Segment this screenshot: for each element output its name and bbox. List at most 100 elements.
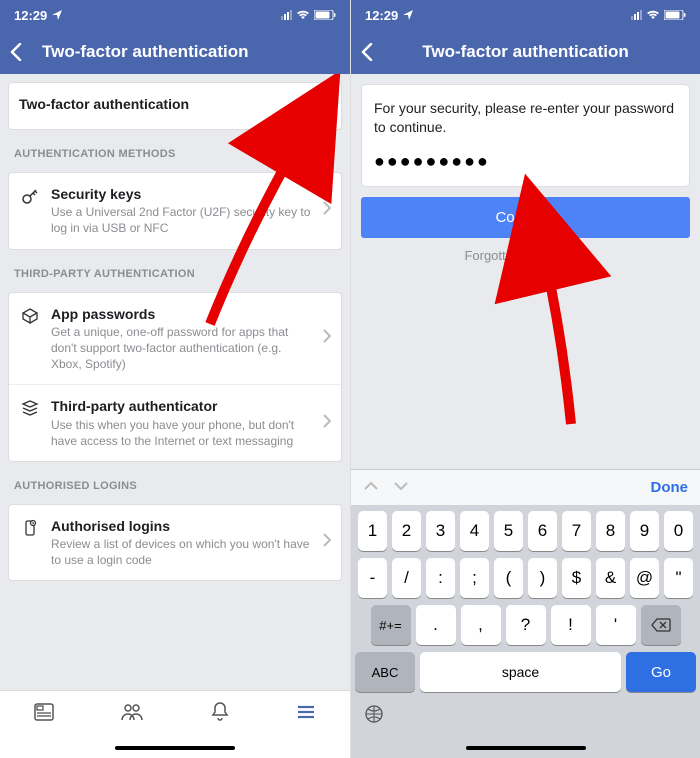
key-8[interactable]: 8 xyxy=(596,511,625,551)
keyboard: 1234567890 -/:;()$&@" #+= .,?!' ABC spac… xyxy=(351,505,700,738)
key-![interactable]: ! xyxy=(551,605,591,645)
keyboard-row-4: ABC space Go xyxy=(355,652,696,692)
tfa-checkbox[interactable] xyxy=(309,95,331,117)
battery-icon xyxy=(664,8,686,23)
security-message: For your security, please re-enter your … xyxy=(374,99,677,137)
location-icon xyxy=(403,8,413,23)
key-&[interactable]: & xyxy=(596,558,625,598)
key-:[interactable]: : xyxy=(426,558,455,598)
home-indicator[interactable] xyxy=(0,738,350,758)
wifi-icon xyxy=(646,8,660,23)
back-button[interactable] xyxy=(361,43,385,61)
keyboard-row-3: #+= .,?!' xyxy=(355,605,696,645)
key-@[interactable]: @ xyxy=(630,558,659,598)
cellular-icon xyxy=(631,10,642,20)
status-bar: 12:29 xyxy=(0,0,350,30)
stack-icon xyxy=(19,397,41,417)
key-abc[interactable]: ABC xyxy=(355,652,415,692)
key-/[interactable]: / xyxy=(392,558,421,598)
battery-icon xyxy=(314,8,336,23)
cube-icon xyxy=(19,305,41,325)
tfa-toggle-row[interactable]: Two-factor authentication xyxy=(8,82,342,130)
nav-bar: Two-factor authentication xyxy=(0,30,350,74)
key-,[interactable]: , xyxy=(461,605,501,645)
security-keys-title: Security keys xyxy=(51,185,313,203)
content-right: For your security, please re-enter your … xyxy=(351,74,700,469)
section-authorised: AUTHORISED LOGINS xyxy=(0,470,350,496)
key-?[interactable]: ? xyxy=(506,605,546,645)
phone-left: 12:29 Two-factor authen xyxy=(0,0,350,758)
key-4[interactable]: 4 xyxy=(460,511,489,551)
authorised-logins-title: Authorised logins xyxy=(51,517,313,535)
chevron-right-icon xyxy=(323,414,331,433)
key-;[interactable]: ; xyxy=(460,558,489,598)
continue-button[interactable]: Continue xyxy=(361,197,690,238)
keyboard-row-1: 1234567890 xyxy=(355,511,696,551)
keyboard-accessory: Done xyxy=(351,469,700,505)
content-left: Two-factor authentication AUTHENTICATION… xyxy=(0,74,350,690)
row-security-keys[interactable]: Security keys Use a Universal 2nd Factor… xyxy=(9,173,341,249)
tab-feed-icon[interactable] xyxy=(33,701,55,728)
key-'[interactable]: ' xyxy=(596,605,636,645)
key-3[interactable]: 3 xyxy=(426,511,455,551)
chevron-right-icon xyxy=(323,329,331,348)
key-.[interactable]: . xyxy=(416,605,456,645)
key-space[interactable]: space xyxy=(420,652,621,692)
section-methods: AUTHENTICATION METHODS xyxy=(0,138,350,164)
key-shift[interactable]: #+= xyxy=(371,605,411,645)
phone-right: 12:29 Two-factor authentication xyxy=(350,0,700,758)
chevron-right-icon xyxy=(323,201,331,220)
third-party-subtitle: Use this when you have your phone, but d… xyxy=(51,417,313,449)
tfa-toggle-label: Two-factor authentication xyxy=(19,95,299,113)
key-)[interactable]: ) xyxy=(528,558,557,598)
tab-notifications-icon[interactable] xyxy=(210,701,230,728)
row-app-passwords[interactable]: App passwords Get a unique, one-off pass… xyxy=(9,293,341,385)
page-title: Two-factor authentication xyxy=(385,42,666,62)
key-7[interactable]: 7 xyxy=(562,511,591,551)
status-time: 12:29 xyxy=(14,8,47,23)
cellular-icon xyxy=(281,10,292,20)
row-authorised-logins[interactable]: Authorised logins Review a list of devic… xyxy=(9,505,341,581)
location-icon xyxy=(52,8,62,23)
page-title: Two-factor authentication xyxy=(34,42,340,62)
key-go[interactable]: Go xyxy=(626,652,696,692)
tab-friends-icon[interactable] xyxy=(120,701,144,728)
app-passwords-subtitle: Get a unique, one-off password for apps … xyxy=(51,324,313,373)
key-1[interactable]: 1 xyxy=(358,511,387,551)
third-party-title: Third-party authenticator xyxy=(51,397,313,415)
key-9[interactable]: 9 xyxy=(630,511,659,551)
key--[interactable]: - xyxy=(358,558,387,598)
status-bar: 12:29 xyxy=(351,0,700,30)
tab-menu-icon[interactable] xyxy=(295,701,317,728)
next-field-icon[interactable] xyxy=(393,479,409,497)
forgot-password-link[interactable]: Forgotten password? xyxy=(351,248,700,263)
authorised-logins-subtitle: Review a list of devices on which you wo… xyxy=(51,536,313,568)
status-time: 12:29 xyxy=(365,8,398,23)
key-5[interactable]: 5 xyxy=(494,511,523,551)
device-icon xyxy=(19,517,41,537)
keyboard-row-2: -/:;()$&@" xyxy=(355,558,696,598)
nav-bar: Two-factor authentication xyxy=(351,30,700,74)
chevron-right-icon xyxy=(323,533,331,552)
key-$[interactable]: $ xyxy=(562,558,591,598)
key-([interactable]: ( xyxy=(494,558,523,598)
row-third-party-auth[interactable]: Third-party authenticator Use this when … xyxy=(9,384,341,461)
tab-bar xyxy=(0,690,350,738)
section-third-party: THIRD-PARTY AUTHENTICATION xyxy=(0,258,350,284)
globe-icon[interactable] xyxy=(363,703,385,730)
key-icon xyxy=(19,185,41,205)
wifi-icon xyxy=(296,8,310,23)
key-backspace[interactable] xyxy=(641,605,681,645)
key-"[interactable]: " xyxy=(664,558,693,598)
keyboard-done-button[interactable]: Done xyxy=(651,479,689,496)
password-card: For your security, please re-enter your … xyxy=(361,84,690,187)
back-button[interactable] xyxy=(10,43,34,61)
key-2[interactable]: 2 xyxy=(392,511,421,551)
security-keys-subtitle: Use a Universal 2nd Factor (U2F) securit… xyxy=(51,204,313,236)
password-field[interactable]: ●●●●●●●●● xyxy=(374,151,677,172)
key-0[interactable]: 0 xyxy=(664,511,693,551)
key-6[interactable]: 6 xyxy=(528,511,557,551)
home-indicator[interactable] xyxy=(351,738,700,758)
prev-field-icon[interactable] xyxy=(363,479,379,497)
app-passwords-title: App passwords xyxy=(51,305,313,323)
